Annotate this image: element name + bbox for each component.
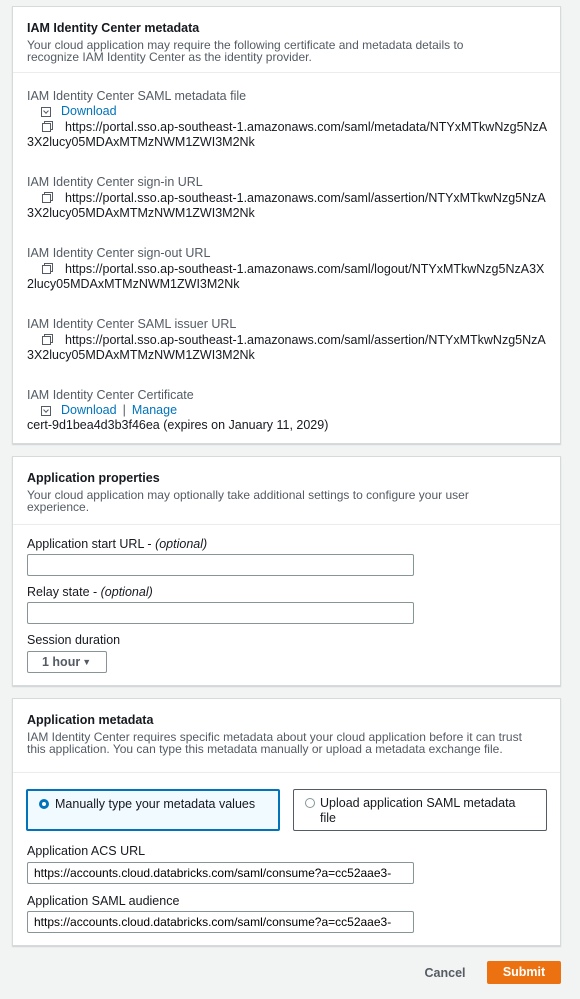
download-icon — [41, 107, 51, 117]
manual-option-label: Manually type your metadata values — [55, 797, 256, 811]
app-properties-description: Your cloud application may optionally ta… — [27, 488, 469, 514]
start-url-label: Application start URL - (optional) — [27, 537, 208, 551]
saml-metadata-file-group: IAM Identity Center SAML metadata file D… — [27, 89, 549, 150]
acs-url-input[interactable] — [27, 862, 414, 884]
app-properties-title: Application properties — [27, 471, 160, 485]
certificate-manage-link[interactable]: Manage — [132, 403, 177, 418]
copy-icon[interactable] — [41, 119, 55, 133]
certificate-download-link[interactable]: Download — [61, 403, 117, 418]
copy-icon[interactable] — [41, 190, 55, 204]
signin-url-label: IAM Identity Center sign-in URL — [27, 175, 203, 189]
link-separator: | — [122, 403, 126, 417]
signout-url-group: IAM Identity Center sign-out URL https:/… — [27, 246, 549, 292]
cancel-button[interactable]: Cancel — [413, 962, 477, 984]
session-duration-value: 1 hour — [42, 655, 81, 669]
saml-metadata-file-label: IAM Identity Center SAML metadata file — [27, 89, 247, 103]
start-url-input[interactable] — [27, 554, 414, 576]
download-icon — [41, 406, 51, 416]
signout-url-label: IAM Identity Center sign-out URL — [27, 246, 211, 260]
copy-icon[interactable] — [41, 261, 55, 275]
copy-icon[interactable] — [41, 332, 55, 346]
idc-metadata-title: IAM Identity Center metadata — [27, 21, 200, 35]
saml-audience-input[interactable] — [27, 911, 414, 933]
certificate-label: IAM Identity Center Certificate — [27, 388, 194, 402]
app-metadata-title: Application metadata — [27, 713, 154, 727]
signin-url: https://portal.sso.ap-southeast-1.amazon… — [27, 190, 546, 220]
session-duration-select[interactable]: 1 hour ▼ — [27, 651, 107, 673]
idc-metadata-description: Your cloud application may require the f… — [27, 38, 464, 64]
app-properties-panel: Application properties Your cloud applic… — [12, 456, 561, 686]
issuer-url-group: IAM Identity Center SAML issuer URL http… — [27, 317, 549, 363]
issuer-url-label: IAM Identity Center SAML issuer URL — [27, 317, 237, 331]
upload-metadata-option[interactable]: Upload application SAML metadata file — [293, 789, 547, 831]
submit-button[interactable]: Submit — [487, 961, 561, 984]
app-properties-header: Application properties Your cloud applic… — [13, 457, 560, 525]
certificate-group: IAM Identity Center Certificate Download… — [27, 388, 549, 433]
app-metadata-header: Application metadata IAM Identity Center… — [13, 699, 560, 773]
saml-metadata-download-link[interactable]: Download — [61, 104, 117, 119]
app-metadata-description: IAM Identity Center requires specific me… — [27, 730, 522, 756]
idc-metadata-header: IAM Identity Center metadata Your cloud … — [13, 7, 560, 73]
manual-radio[interactable] — [39, 799, 49, 809]
relay-state-label: Relay state - (optional) — [27, 585, 153, 599]
signin-url-group: IAM Identity Center sign-in URL https://… — [27, 175, 549, 221]
relay-state-input[interactable] — [27, 602, 414, 624]
upload-radio[interactable] — [305, 798, 315, 808]
certificate-id: cert-9d1bea4d3b3f46ea (expires on Januar… — [27, 418, 329, 432]
idc-metadata-panel: IAM Identity Center metadata Your cloud … — [12, 6, 561, 444]
acs-url-label: Application ACS URL — [27, 844, 146, 858]
dropdown-caret-icon: ▼ — [82, 657, 92, 667]
session-duration-label: Session duration — [27, 633, 121, 647]
saml-audience-label: Application SAML audience — [27, 894, 180, 908]
manual-metadata-option[interactable]: Manually type your metadata values — [26, 789, 280, 831]
app-metadata-panel: Application metadata IAM Identity Center… — [12, 698, 561, 946]
saml-metadata-url: https://portal.sso.ap-southeast-1.amazon… — [27, 119, 548, 149]
signout-url: https://portal.sso.ap-southeast-1.amazon… — [27, 261, 545, 291]
issuer-url: https://portal.sso.ap-southeast-1.amazon… — [27, 332, 546, 362]
upload-option-label: Upload application SAML metadata file — [320, 796, 516, 825]
